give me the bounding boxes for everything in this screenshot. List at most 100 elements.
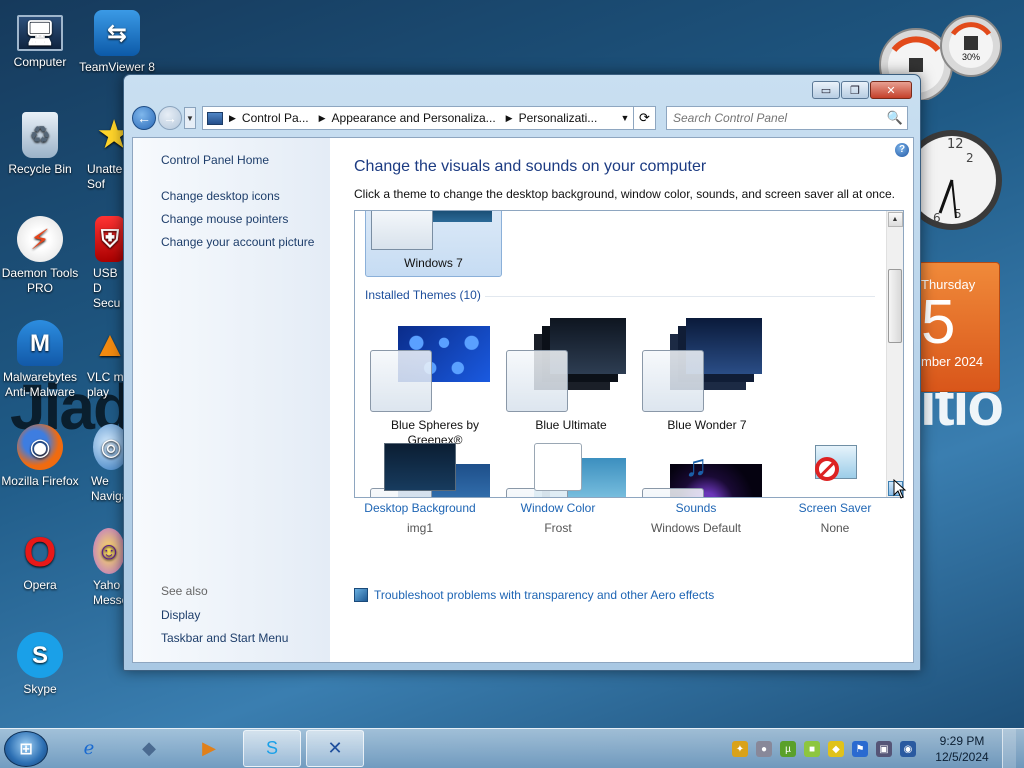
media-player-taskbar-icon[interactable]: ▶ [180,730,238,767]
tray-icon-5[interactable]: ◆ [828,741,844,757]
desktop-icon-recycle-bin[interactable]: ♻ Recycle Bin [0,112,80,177]
window-preview [506,350,568,412]
page-description: Click a theme to change the desktop back… [354,187,895,201]
window-color-item[interactable]: Window Color Frost [488,443,628,535]
start-button[interactable]: ⊞ [4,731,48,767]
svg-text:12: 12 [947,137,964,152]
windows-explorer-taskbar-icon[interactable]: ◆ [120,730,178,767]
change-desktop-icons-link[interactable]: Change desktop icons [161,189,330,203]
desktop-icon-opera[interactable]: O Opera [0,528,80,593]
theme-item-blue-wonder-7[interactable]: Blue Wonder 7 [642,318,772,456]
window-preview [370,350,432,412]
desktop-icon-label: Malwarebytes Anti-Malware [2,370,78,399]
window-color-value: Frost [544,521,572,535]
theme-item-blue-ultimate[interactable]: Blue Ultimate [506,318,636,456]
scroll-up-arrow[interactable]: ▲ [887,212,903,227]
desktop-icon-firefox[interactable]: ◉ Mozilla Firefox [0,424,80,489]
chevron-right-icon[interactable]: ▶ [319,113,326,124]
desktop-icon-yahoo-messenger[interactable]: ☺ Yaho Messe [77,528,125,608]
control-panel-home-link[interactable]: Control Panel Home [161,153,330,167]
desktop-icon-label: Mozilla Firefox [1,474,79,488]
sounds-item[interactable]: ♫ Sounds Windows Default [626,443,766,535]
screen-saver-link[interactable]: Screen Saver [765,501,905,515]
search-input[interactable] [673,111,887,125]
breadcrumb-personalization[interactable]: Personalizati... [519,111,598,125]
desktop-icon-label: Computer [13,55,67,69]
desktop-background-item[interactable]: Desktop Background img1 [350,443,490,535]
desktop-icon-label: Yaho Messe [93,578,125,607]
search-icon[interactable]: 🔍 [887,110,903,126]
desktop-icon-label: Opera [23,578,57,592]
desktop-icon-label: Skype [23,682,57,696]
skype-taskbar-icon[interactable]: S [243,730,301,767]
scroll-thumb[interactable] [888,269,902,343]
change-account-picture-link[interactable]: Change your account picture [161,235,330,249]
taskbar-clock[interactable]: 9:29 PM 12/5/2024 [930,733,994,765]
breadcrumb-appearance[interactable]: Appearance and Personaliza... [332,111,496,125]
search-box[interactable]: 🔍 [666,106,908,130]
desktop-icon-unattended[interactable]: ★ Unatte Sof [77,112,125,192]
navigation-bar: ← → ▼ ▶ Control Pa... ▶ Appearance and P… [132,105,912,131]
change-mouse-pointers-link[interactable]: Change mouse pointers [161,212,330,226]
sounds-link[interactable]: Sounds [626,501,766,515]
firefox-icon: ◉ [17,424,63,470]
svg-text:6: 6 [933,211,941,225]
desktop-icon-teamviewer[interactable]: ⇆ TeamViewer 8 [77,10,157,75]
desktop-icon-label: Daemon Tools PRO [1,266,79,295]
display-link[interactable]: Display [161,608,200,622]
chevron-right-icon[interactable]: ▶ [229,113,236,124]
calendar-gadget[interactable]: Thursday 5 mber 2024 [918,262,1000,392]
tray-icon-4[interactable]: ■ [804,741,820,757]
section-divider [485,296,875,297]
screen-saver-item[interactable]: Screen Saver None [765,443,905,535]
volume-icon[interactable]: ◉ [900,741,916,757]
close-button[interactable]: ✕ [870,81,912,99]
troubleshoot-aero-link[interactable]: Troubleshoot problems with transparency … [354,588,714,602]
desktop-icon-daemon-tools[interactable]: ⚡ Daemon Tools PRO [0,216,80,296]
control-panel-taskbar-icon[interactable]: ✕ [306,730,364,767]
network-icon[interactable]: ▣ [876,741,892,757]
tray-icon-2[interactable]: ● [756,741,772,757]
theme-label: Windows 7 [404,256,463,270]
minimize-button[interactable]: ▭ [812,81,840,99]
maximize-button[interactable]: ❐ [841,81,869,99]
desktop-icon-label: VLC m play [87,370,124,399]
desktop-icon-malwarebytes[interactable]: M Malwarebytes Anti-Malware [0,320,80,400]
chevron-right-icon[interactable]: ▶ [506,113,513,124]
theme-item-windows-7[interactable]: Windows 7 [365,211,502,277]
address-dropdown-icon[interactable]: ▼ [617,113,633,123]
address-bar[interactable]: ▶ Control Pa... ▶ Appearance and Persona… [202,106,634,130]
desktop-icon-usb-security[interactable]: ⛨ USB D Secu [77,216,125,311]
help-icon[interactable]: ? [895,143,909,157]
svg-text:2: 2 [966,151,974,165]
globe-icon: ◎ [93,424,125,470]
desktop-icon-label: TeamViewer 8 [79,60,155,74]
refresh-button[interactable]: ⟳ [634,106,656,130]
clock-date: 12/5/2024 [935,750,989,764]
personalization-window[interactable]: ▭ ❐ ✕ ← → ▼ ▶ Control Pa... ▶ Appearance… [123,74,921,671]
desktop-icon-vlc[interactable]: ▲ VLC m play [77,320,125,400]
action-center-icon[interactable]: ⚑ [852,741,868,757]
installed-themes-heading: Installed Themes (10) [365,288,481,302]
taskbar-start-menu-link[interactable]: Taskbar and Start Menu [161,631,288,645]
page-title: Change the visuals and sounds on your co… [354,158,707,175]
back-button[interactable]: ← [132,106,156,130]
desktop-icon-computer[interactable]: 🖥 Computer [0,10,80,70]
theme-item-blue-spheres[interactable]: Blue Spheres by Greenex® [370,326,500,456]
desktop-icon-skype[interactable]: S Skype [0,632,80,697]
tray-icon-1[interactable]: ✦ [732,741,748,757]
internet-explorer-taskbar-icon[interactable]: ℯ [60,730,118,767]
screen-saver-value: None [820,521,850,535]
window-color-link[interactable]: Window Color [488,501,628,515]
forward-button[interactable]: → [158,106,182,130]
utorrent-tray-icon[interactable]: µ [780,741,796,757]
show-desktop-button[interactable] [1002,729,1016,768]
window-color-swatch [534,443,582,491]
desktop-icon-web-navigator[interactable]: ◎ We Naviga [77,424,125,504]
recent-pages-dropdown[interactable]: ▼ [184,107,196,129]
desktop-background-link[interactable]: Desktop Background [350,501,490,515]
window-controls: ▭ ❐ ✕ [812,81,912,99]
breadcrumb-control-panel[interactable]: Control Pa... [242,111,309,125]
theme-settings-row: Desktop Background img1 Window Color Fro… [354,443,904,553]
recycle-bin-icon: ♻ [22,112,58,158]
